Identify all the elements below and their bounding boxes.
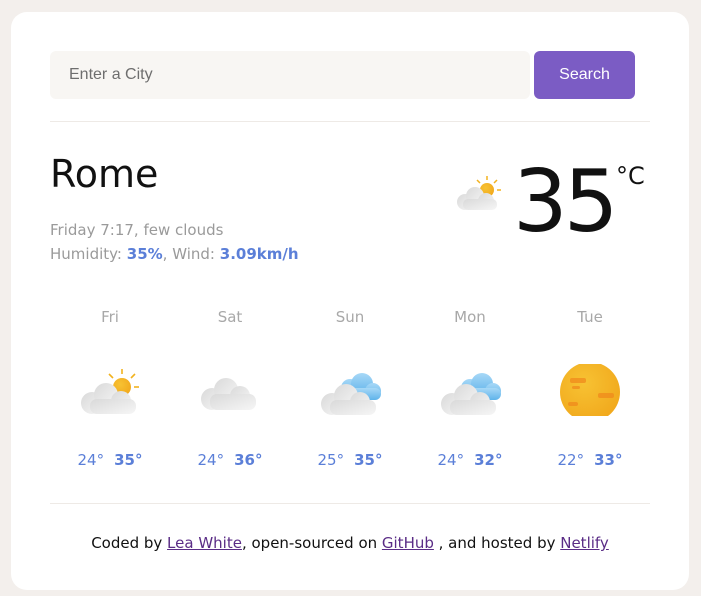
weather-description: few clouds <box>143 221 224 239</box>
forecast-high: 35° <box>114 451 143 469</box>
forecast-low: 24° <box>197 451 225 469</box>
humidity-label: Humidity: <box>50 245 122 263</box>
blue-cloud-icon <box>441 373 501 415</box>
footer-text: Coded by <box>91 534 168 552</box>
netlify-link[interactable]: Netlify <box>560 534 609 552</box>
current-conditions: Friday 7:17, few clouds Humidity: 35%, W… <box>50 218 299 266</box>
footer-credits: Coded by Lea White, open-sourced on GitH… <box>11 534 689 552</box>
search-button[interactable]: Search <box>534 51 635 99</box>
current-temperature: 35 <box>513 152 618 252</box>
forecast-temps: 24° 32° <box>410 451 530 469</box>
city-name: Rome <box>50 152 159 196</box>
wind-value: 3.09km/h <box>219 245 299 263</box>
forecast-low: 24° <box>77 451 105 469</box>
forecast-list: Fri 24° 35° Sat 24° 36° Sun 25° 35° Mon … <box>50 308 650 478</box>
top-divider <box>50 121 650 122</box>
forecast-low: 24° <box>437 451 465 469</box>
author-link[interactable]: Lea White <box>167 534 242 552</box>
forecast-high: 36° <box>234 451 263 469</box>
footer-text: , open-sourced on <box>241 534 382 552</box>
day-time: Friday 7:17 <box>50 221 134 239</box>
forecast-day-name: Tue <box>577 308 603 326</box>
forecast-high: 33° <box>594 451 623 469</box>
forecast-temps: 25° 35° <box>290 451 410 469</box>
date-description-line: Friday 7:17, few clouds <box>50 221 224 239</box>
forecast-temps: 24° 35° <box>50 451 170 469</box>
humidity-value: 35% <box>126 245 163 263</box>
forecast-day-name: Fri <box>101 308 119 326</box>
forecast-temps: 24° 36° <box>170 451 290 469</box>
forecast-low: 22° <box>557 451 585 469</box>
blue-cloud-icon <box>321 373 381 415</box>
forecast-day-name: Mon <box>454 308 486 326</box>
search-form: Search <box>50 51 635 99</box>
forecast-day: Tue 22° 33° <box>530 308 650 478</box>
forecast-high: 32° <box>474 451 503 469</box>
cloud-icon <box>201 378 256 410</box>
forecast-day-name: Sun <box>335 308 365 326</box>
city-search-input[interactable] <box>50 51 530 99</box>
sun-behind-cloud-icon <box>81 369 139 414</box>
forecast-temps: 22° 33° <box>530 451 650 469</box>
weather-card: Search Rome Friday 7:17, few clouds Humi… <box>11 12 689 590</box>
forecast-day: Fri 24° 35° <box>50 308 170 478</box>
wind-label: Wind: <box>172 245 215 263</box>
forecast-high: 35° <box>354 451 383 469</box>
hazy-sun-icon <box>560 364 620 416</box>
bottom-divider <box>50 503 650 504</box>
sun-behind-cloud-icon <box>457 176 501 210</box>
forecast-day: Sun 25° 35° <box>290 308 410 478</box>
forecast-low: 25° <box>317 451 345 469</box>
temperature-unit: °C <box>616 162 645 190</box>
github-link[interactable]: GitHub <box>382 534 434 552</box>
forecast-day: Mon 24° 32° <box>410 308 530 478</box>
forecast-day: Sat 24° 36° <box>170 308 290 478</box>
footer-text: , and hosted by <box>433 534 561 552</box>
forecast-day-name: Sat <box>217 308 243 326</box>
humidity-wind-line: Humidity: 35%, Wind: 3.09km/h <box>50 245 299 263</box>
